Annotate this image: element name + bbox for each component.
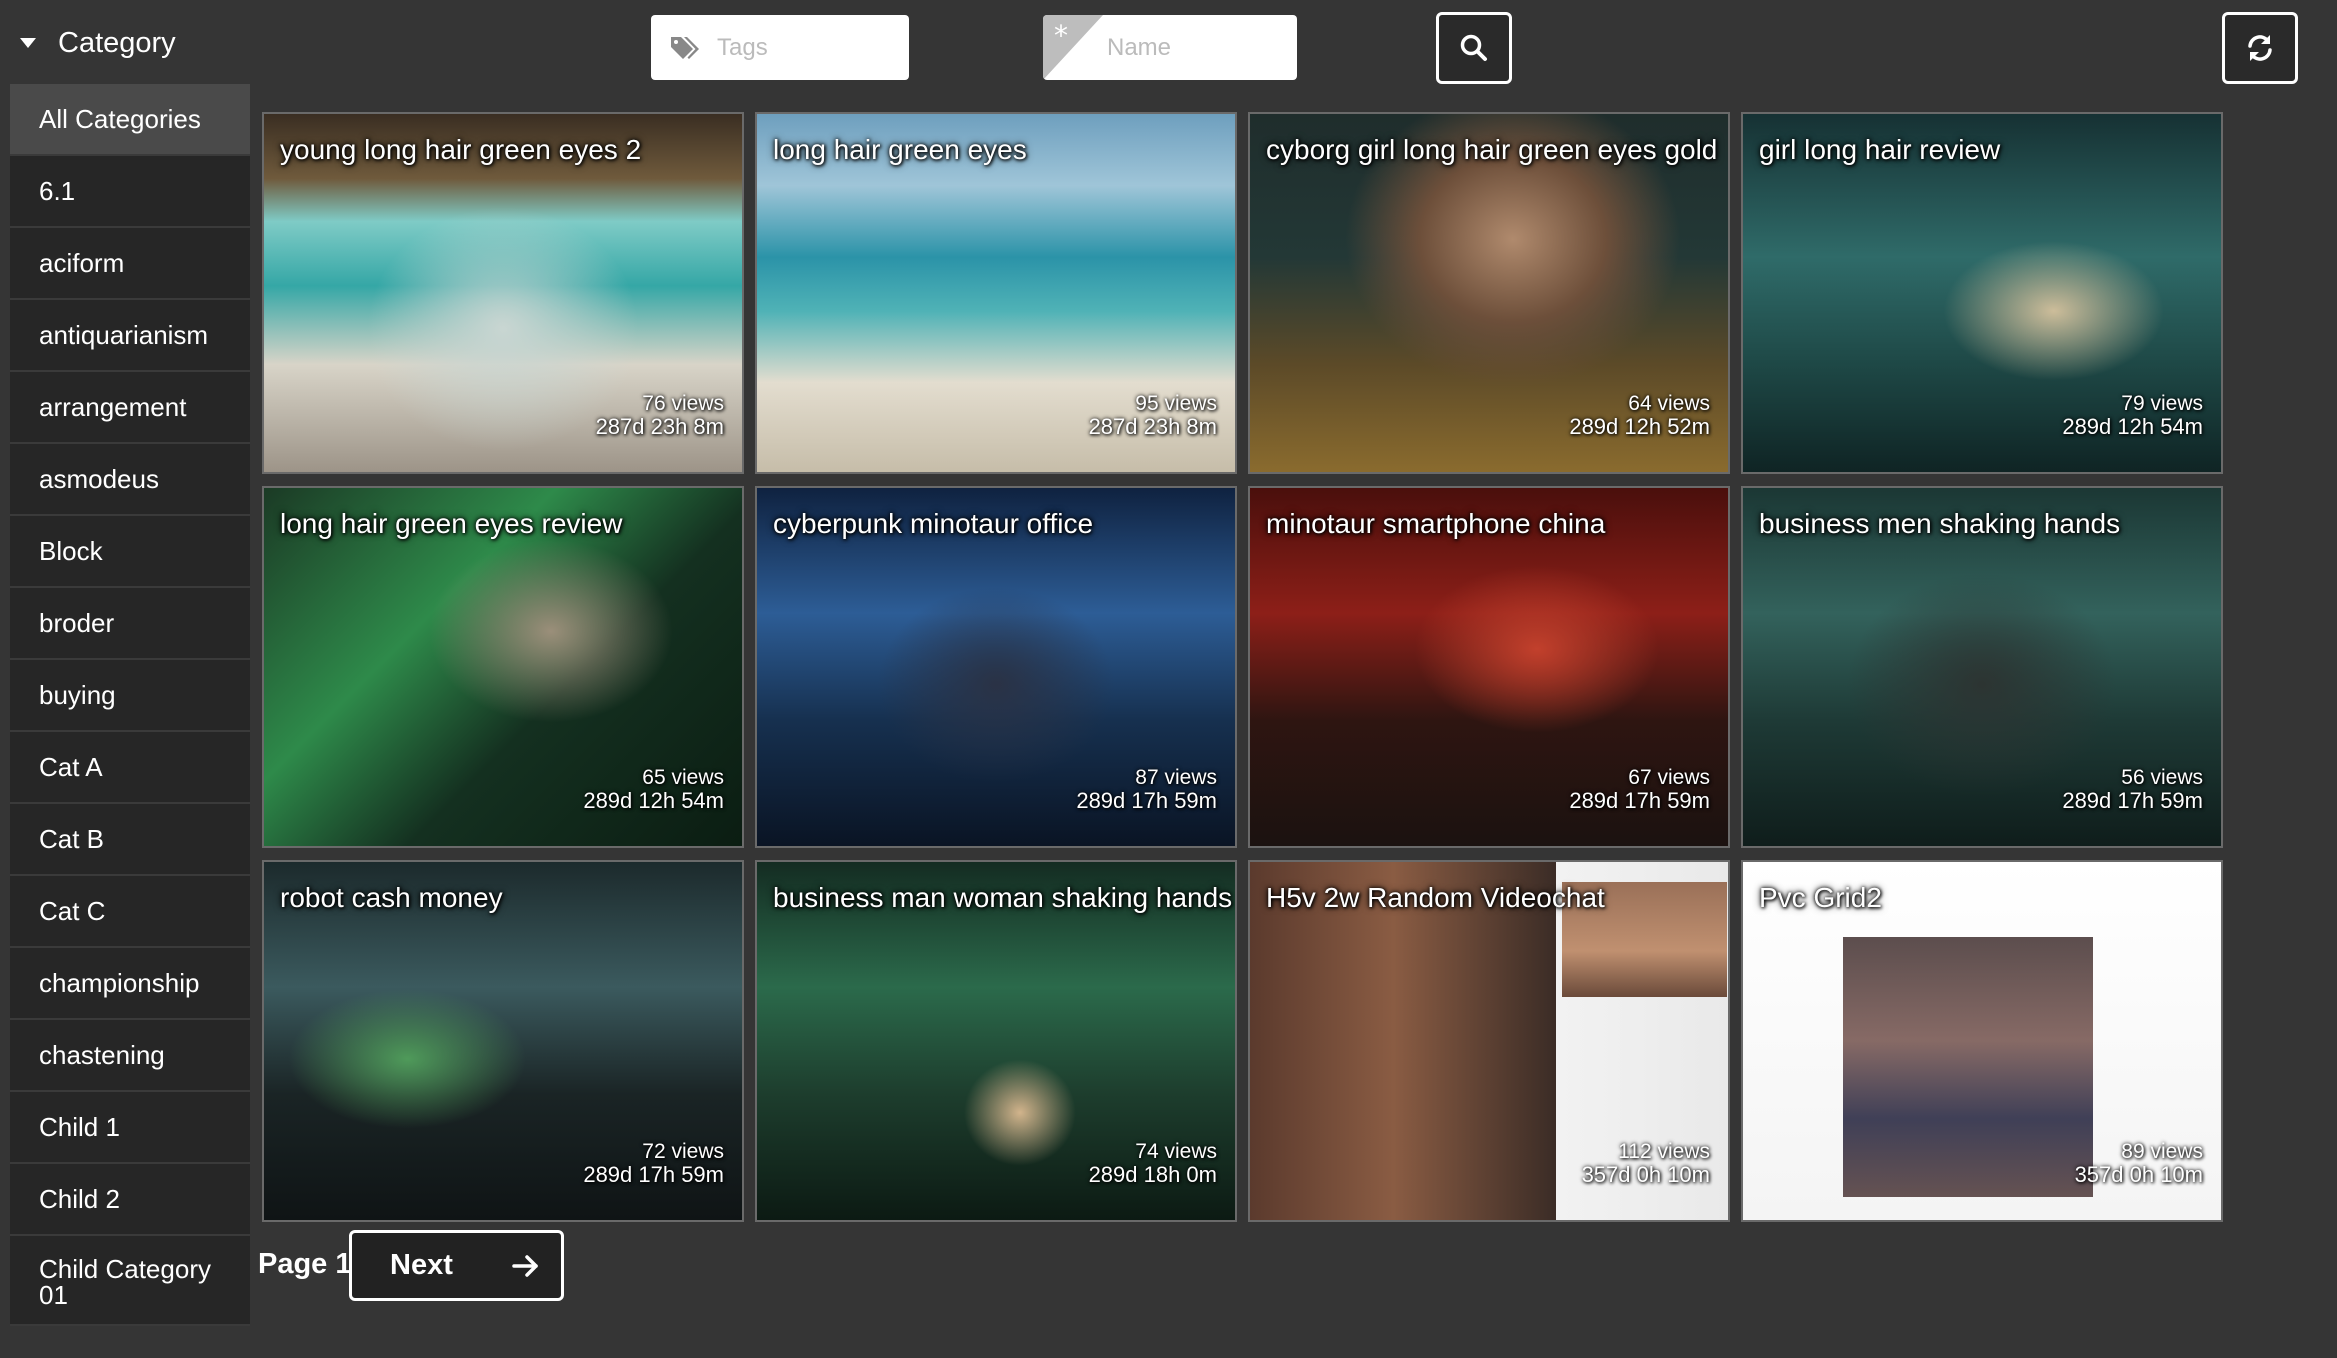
video-card[interactable]: H5v 2w Random Videochat 112 views 357d 0h … <box>1248 860 1730 1222</box>
video-card[interactable]: minotaur smartphone china 67 views 289d 17… <box>1248 486 1730 848</box>
video-title: long hair green eyes review <box>280 508 623 539</box>
video-title: business men shaking hands <box>1759 508 2121 539</box>
video-age: 357d 0h 10m <box>2074 1162 2203 1187</box>
view-count: 64 views <box>1628 392 1710 415</box>
required-asterisk: * <box>1054 19 1068 52</box>
arrow-right-icon <box>512 1255 538 1277</box>
tags-input[interactable] <box>715 32 879 63</box>
category-toggle[interactable]: Category <box>14 18 176 68</box>
next-label: Next <box>390 1249 453 1281</box>
view-count: 79 views <box>2121 392 2203 415</box>
video-card[interactable]: girl long hair review 79 views 289d 12h 54… <box>1741 112 2223 474</box>
sidebar-item-block[interactable]: Block <box>10 516 250 588</box>
sidebar-item-child-category-01[interactable]: Child Category 01 <box>10 1236 250 1326</box>
next-page-button[interactable]: Next <box>349 1230 564 1301</box>
video-age: 289d 17h 59m <box>2062 788 2203 813</box>
video-age: 289d 17h 59m <box>1076 788 1217 813</box>
sidebar-item-aciform[interactable]: aciform <box>10 228 250 300</box>
refresh-button[interactable] <box>2222 12 2298 84</box>
video-title: H5v 2w Random Videochat <box>1266 882 1605 913</box>
name-input[interactable] <box>1105 32 1269 63</box>
video-card[interactable]: young long hair green eyes 2 76 views 287d… <box>262 112 744 474</box>
video-card[interactable]: business man woman shaking hands 74 views… <box>755 860 1237 1222</box>
view-count: 65 views <box>642 766 724 789</box>
video-age: 289d 17h 59m <box>1569 788 1710 813</box>
video-age: 289d 18h 0m <box>1088 1162 1217 1187</box>
category-list: All Categories 6.1 aciform antiquarianism ar… <box>10 84 250 1326</box>
sidebar-item-child-1[interactable]: Child 1 <box>10 1092 250 1164</box>
view-count: 67 views <box>1628 766 1710 789</box>
view-count: 89 views <box>2121 1140 2203 1163</box>
video-title: cyberpunk minotaur office <box>773 508 1094 539</box>
video-age: 289d 12h 54m <box>2062 414 2203 439</box>
video-title: cyborg girl long hair green eyes gold <box>1266 134 1718 165</box>
sidebar-item-cat-c[interactable]: Cat C <box>10 876 250 948</box>
sidebar-item-antiquarianism[interactable]: antiquarianism <box>10 300 250 372</box>
sidebar-item-arrangement[interactable]: arrangement <box>10 372 250 444</box>
sidebar-item-6-1[interactable]: 6.1 <box>10 156 250 228</box>
tags-field <box>651 15 909 80</box>
search-icon <box>1460 34 1487 61</box>
video-age: 289d 17h 59m <box>583 1162 724 1187</box>
video-card[interactable]: cyberpunk minotaur office 87 views 289d 17… <box>755 486 1237 848</box>
view-count: 95 views <box>1135 392 1217 415</box>
category-sidebar: Category All Categories 6.1 aciform antiqua… <box>0 0 250 1358</box>
video-title: business man woman shaking hands <box>773 882 1233 913</box>
video-card[interactable]: cyborg girl long hair green eyes gold 64 … <box>1248 112 1730 474</box>
sidebar-item-championship[interactable]: championship <box>10 948 250 1020</box>
video-age: 287d 23h 8m <box>1088 414 1217 439</box>
view-count: 74 views <box>1135 1140 1217 1163</box>
sidebar-item-chastening[interactable]: chastening <box>10 1020 250 1092</box>
video-age: 287d 23h 8m <box>595 414 724 439</box>
video-title: robot cash money <box>280 882 503 913</box>
sidebar-item-broder[interactable]: broder <box>10 588 250 660</box>
view-count: 112 views <box>1618 1140 1710 1163</box>
refresh-icon <box>2248 35 2272 61</box>
view-count: 56 views <box>2121 766 2203 789</box>
screenshot-preview <box>1843 937 2093 1197</box>
view-count: 72 views <box>642 1140 724 1163</box>
video-card[interactable]: Pvc Grid2 89 views 357d 0h 10m <box>1741 860 2223 1222</box>
page-indicator: Page 1 <box>258 1248 352 1280</box>
name-field: * <box>1043 15 1297 80</box>
search-button[interactable] <box>1436 12 1512 84</box>
view-count: 87 views <box>1135 766 1217 789</box>
tags-icon <box>671 36 699 59</box>
video-card[interactable]: long hair green eyes 95 views 287d 23h 8m <box>755 112 1237 474</box>
video-age: 289d 12h 54m <box>583 788 724 813</box>
sidebar-item-asmodeus[interactable]: asmodeus <box>10 444 250 516</box>
video-card[interactable]: business men shaking hands 56 views 289d 1… <box>1741 486 2223 848</box>
video-title: girl long hair review <box>1759 134 2001 165</box>
video-title: minotaur smartphone china <box>1266 508 1606 539</box>
video-age: 289d 12h 52m <box>1569 414 1710 439</box>
view-count: 76 views <box>642 392 724 415</box>
caret-down-icon <box>20 38 36 48</box>
sidebar-item-all-categories[interactable]: All Categories <box>10 84 250 156</box>
required-corner <box>1043 15 1103 80</box>
sidebar-item-cat-b[interactable]: Cat B <box>10 804 250 876</box>
video-title: young long hair green eyes 2 <box>280 134 642 165</box>
video-age: 357d 0h 10m <box>1581 1162 1710 1187</box>
sidebar-item-buying[interactable]: buying <box>10 660 250 732</box>
sidebar-item-child-2[interactable]: Child 2 <box>10 1164 250 1236</box>
category-header-label: Category <box>58 26 176 59</box>
sidebar-item-cat-a[interactable]: Cat A <box>10 732 250 804</box>
video-title: Pvc Grid2 <box>1759 882 1882 913</box>
video-card[interactable]: robot cash money 72 views 289d 17h 59m <box>262 860 744 1222</box>
video-card[interactable]: long hair green eyes review 65 views 289d … <box>262 486 744 848</box>
video-title: long hair green eyes <box>773 134 1027 165</box>
